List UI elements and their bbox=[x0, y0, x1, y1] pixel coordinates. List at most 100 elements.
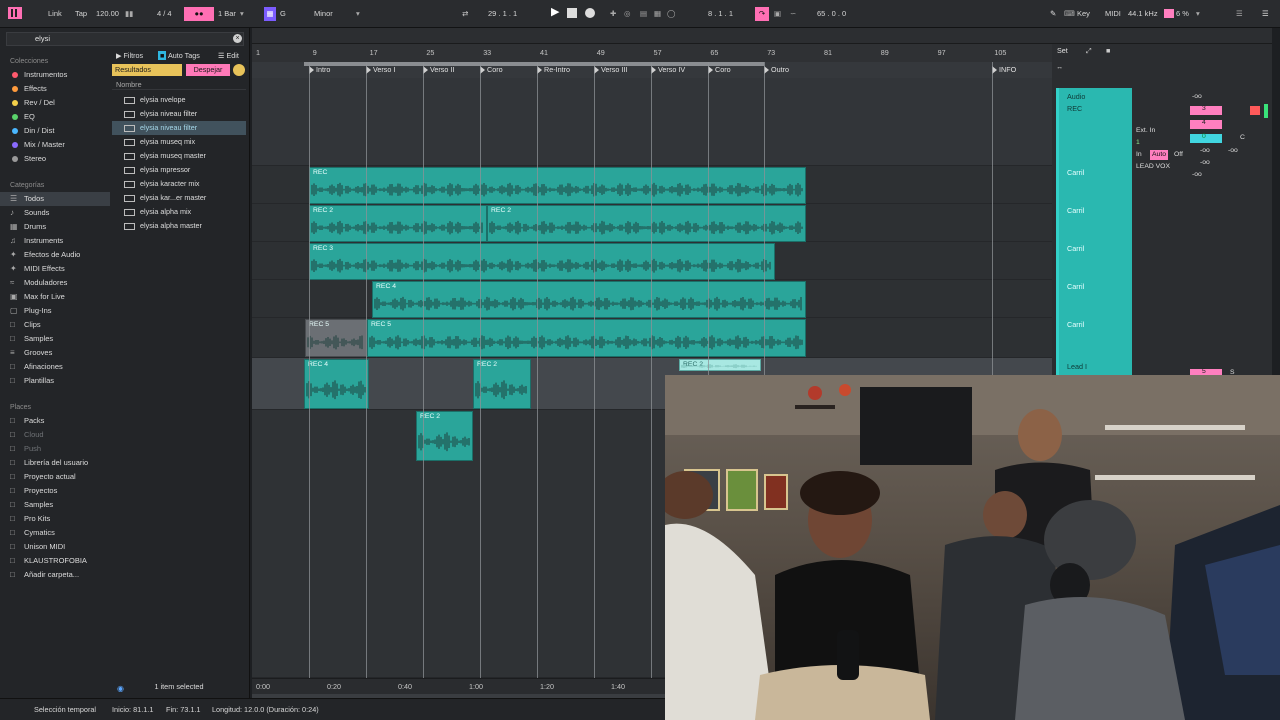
browser-search-input[interactable]: elysi bbox=[6, 32, 244, 46]
preset-file-item[interactable]: elysia niveau filter bbox=[112, 107, 246, 121]
place-item[interactable]: □ Push bbox=[0, 442, 110, 456]
pan-readout[interactable]: C bbox=[1240, 133, 1245, 143]
place-item[interactable]: □ Packs bbox=[0, 414, 110, 428]
locator-marker[interactable]: Outro bbox=[764, 65, 789, 74]
tempo-field[interactable]: 120.00 bbox=[96, 7, 119, 21]
category-item[interactable]: ☰ Todos bbox=[0, 192, 110, 206]
audio-clip[interactable]: REC 2 bbox=[487, 205, 806, 242]
locator-marker[interactable]: Coro bbox=[480, 65, 503, 74]
computer-keyboard-icon[interactable]: ⌨ bbox=[1064, 7, 1075, 21]
track-channel-strip[interactable]: Audio REC Carril Carril Carril Carril Ca… bbox=[1056, 88, 1132, 378]
tap-tempo-button[interactable]: Tap bbox=[75, 7, 87, 21]
metronome-toggle-icon[interactable]: ◯ bbox=[667, 7, 675, 21]
locator-marker[interactable]: Verso IV bbox=[651, 65, 685, 74]
audio-clip[interactable]: REC 5 bbox=[367, 319, 806, 357]
overview-ruler[interactable] bbox=[252, 28, 1272, 44]
close-icon[interactable] bbox=[233, 64, 245, 76]
send-readout[interactable]: -oo bbox=[1200, 158, 1210, 168]
input-type-select[interactable]: Ext. In bbox=[1136, 126, 1155, 136]
category-item[interactable]: ≈ Moduladores bbox=[0, 276, 110, 290]
category-item[interactable]: ✦ Efectos de Audio bbox=[0, 248, 110, 262]
draw-mode-icon[interactable]: ✎ bbox=[1050, 7, 1056, 21]
punch-in-icon[interactable]: ▣ bbox=[774, 7, 781, 21]
key-scale-select[interactable]: Minor bbox=[314, 7, 333, 21]
category-item[interactable]: □ Samples bbox=[0, 332, 110, 346]
category-item[interactable]: ✦ MIDI Effects bbox=[0, 262, 110, 276]
clear-button[interactable]: Despejar bbox=[186, 64, 230, 76]
locator-marker[interactable]: Verso I bbox=[366, 65, 395, 74]
time-signature-field[interactable]: 4 / 4 bbox=[157, 7, 172, 21]
key-root-select[interactable]: G bbox=[280, 7, 286, 21]
category-item[interactable]: ▣ Max for Live bbox=[0, 290, 110, 304]
collection-item[interactable]: Stereo bbox=[0, 152, 110, 166]
track-number-pill[interactable]: 4 bbox=[1190, 119, 1222, 129]
midi-map-button[interactable]: MIDI bbox=[1105, 7, 1121, 21]
auto-tags-tab[interactable]: ■ Auto Tags bbox=[158, 50, 200, 61]
output-select[interactable]: LEAD VOX bbox=[1136, 162, 1170, 172]
place-item[interactable]: □ Proyectos bbox=[0, 484, 110, 498]
place-item[interactable]: □ Cloud bbox=[0, 428, 110, 442]
record-arm-button[interactable] bbox=[1250, 106, 1260, 115]
key-map-button[interactable]: Key bbox=[1077, 7, 1090, 21]
info-icon[interactable]: ◉ bbox=[117, 684, 124, 693]
audio-clip[interactable]: REC 2 bbox=[309, 205, 487, 242]
arrows-icon[interactable]: ↔ bbox=[1056, 62, 1063, 71]
collection-item[interactable]: Rev / Del bbox=[0, 96, 110, 110]
place-item[interactable]: □ Proyecto actual bbox=[0, 470, 110, 484]
volume-readout[interactable]: -oo bbox=[1192, 92, 1202, 102]
place-item[interactable]: □ Unison MIDI bbox=[0, 540, 110, 554]
send-readout[interactable]: -oo bbox=[1228, 146, 1238, 156]
place-item[interactable]: □ Cymatics bbox=[0, 526, 110, 540]
collection-item[interactable]: Din / Dist bbox=[0, 124, 110, 138]
preset-file-item[interactable]: elysia niveau filter bbox=[112, 121, 246, 135]
collection-item[interactable]: Instrumentos bbox=[0, 68, 110, 82]
name-column-header[interactable]: Nombre bbox=[112, 79, 246, 90]
place-item[interactable]: □ Pro Kits bbox=[0, 512, 110, 526]
locator-marker[interactable]: Coro bbox=[708, 65, 731, 74]
preset-file-item[interactable]: elysia alpha master bbox=[112, 219, 246, 233]
collection-item[interactable]: Mix / Master bbox=[0, 138, 110, 152]
preset-file-item[interactable]: elysia mpressor bbox=[112, 163, 246, 177]
category-item[interactable]: □ Clips bbox=[0, 318, 110, 332]
stop-icon[interactable] bbox=[567, 8, 577, 22]
preset-file-item[interactable]: elysia alpha mix bbox=[112, 205, 246, 219]
audio-clip[interactable]: REC 4 bbox=[304, 359, 369, 409]
record-icon[interactable] bbox=[585, 8, 595, 22]
preset-file-item[interactable]: elysia karacter mix bbox=[112, 177, 246, 191]
locator-marker[interactable]: INFO bbox=[992, 65, 1016, 74]
preset-file-item[interactable]: elysia nvelope bbox=[112, 93, 246, 107]
bar-ruler[interactable]: 1 9 17 25 33 41 49 57 65 73 81 89 97 105 bbox=[252, 44, 1052, 62]
capture-icon[interactable]: ▦ bbox=[654, 7, 661, 21]
place-item[interactable]: □ Añadir carpeta... bbox=[0, 568, 110, 582]
category-item[interactable]: ▢ Plug-Ins bbox=[0, 304, 110, 318]
category-item[interactable]: □ Plantillas bbox=[0, 374, 110, 388]
punch-out-icon[interactable]: ∽ bbox=[790, 7, 796, 21]
audio-clip[interactable]: REC 4 bbox=[372, 281, 806, 318]
browser-toggle-icon[interactable] bbox=[8, 7, 22, 21]
monitor-in-button[interactable]: In bbox=[1136, 150, 1142, 160]
category-item[interactable]: □ Afinaciones bbox=[0, 360, 110, 374]
locator-marker[interactable]: Verso III bbox=[594, 65, 627, 74]
link-button[interactable]: Link bbox=[48, 7, 62, 21]
scale-mode-icon[interactable]: ▦ bbox=[264, 7, 276, 21]
filters-tab[interactable]: ▶ Filtros bbox=[116, 50, 143, 61]
audio-clip[interactable]: REC 2 bbox=[473, 359, 531, 409]
lock-icon[interactable]: ■ bbox=[1106, 46, 1110, 55]
audio-clip-muted[interactable]: REC 5 bbox=[305, 319, 367, 357]
category-item[interactable]: ♪ Sounds bbox=[0, 206, 110, 220]
category-item[interactable]: ♫ Instruments bbox=[0, 234, 110, 248]
preset-file-item[interactable]: elysia museq master bbox=[112, 149, 246, 163]
category-item[interactable]: ▦ Drums bbox=[0, 220, 110, 234]
clear-search-icon[interactable]: × bbox=[233, 34, 242, 43]
audio-clip[interactable]: REC 2 bbox=[416, 411, 473, 461]
track-number-pill[interactable]: 3 bbox=[1190, 105, 1222, 115]
play-icon[interactable]: ▶ bbox=[551, 5, 559, 19]
input-channel-select[interactable]: 1 bbox=[1136, 138, 1140, 148]
record-quantize-toggle[interactable]: ●● bbox=[184, 7, 214, 21]
audio-clip-selected[interactable]: REC 2 bbox=[679, 359, 761, 371]
category-item[interactable]: ≡ Grooves bbox=[0, 346, 110, 360]
preset-file-item[interactable]: elysia kar...er master bbox=[112, 191, 246, 205]
loop-length-field[interactable]: 65 . 0 . 0 bbox=[817, 7, 846, 21]
locator-marker[interactable]: Verso II bbox=[423, 65, 454, 74]
preset-file-item[interactable]: elysia museq mix bbox=[112, 135, 246, 149]
